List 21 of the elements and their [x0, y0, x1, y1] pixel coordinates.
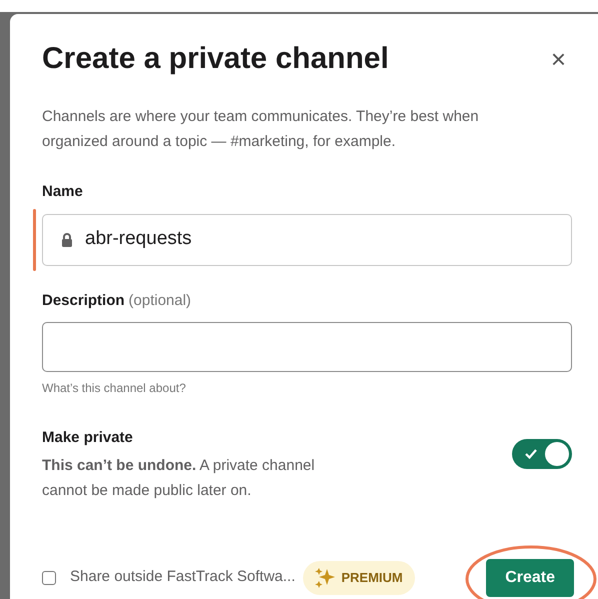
- make-private-label: Make private: [42, 428, 134, 448]
- name-field[interactable]: abr-requests: [42, 214, 572, 266]
- name-label: Name: [42, 182, 84, 202]
- close-button[interactable]: ×: [548, 46, 568, 72]
- lock-icon: [61, 232, 73, 246]
- description-hint: What’s this channel about?: [42, 380, 187, 397]
- dialog-title: Create a private channel: [42, 41, 389, 77]
- share-label: Share outside FastTrack Softwa...: [70, 567, 296, 588]
- share-checkbox[interactable]: [42, 570, 56, 584]
- premium-text: PREMIUM: [341, 568, 403, 587]
- name-value: abr-requests: [85, 227, 192, 252]
- private-toggle[interactable]: [512, 439, 572, 469]
- create-button[interactable]: Create: [486, 558, 574, 596]
- intro-text: Channels are where your team communicates. They’re best when organized around a topic — #marketing, for example.: [42, 107, 480, 152]
- optional-note: (optional): [128, 290, 192, 310]
- description-label: Description: [42, 290, 125, 310]
- check-icon: [525, 449, 537, 459]
- make-private-text: This can’t be undone. A private channel cannot be made public later on.: [42, 456, 316, 500]
- description-field[interactable]: [42, 322, 572, 372]
- sparkles-icon: [315, 566, 336, 588]
- toggle-knob: [545, 442, 569, 466]
